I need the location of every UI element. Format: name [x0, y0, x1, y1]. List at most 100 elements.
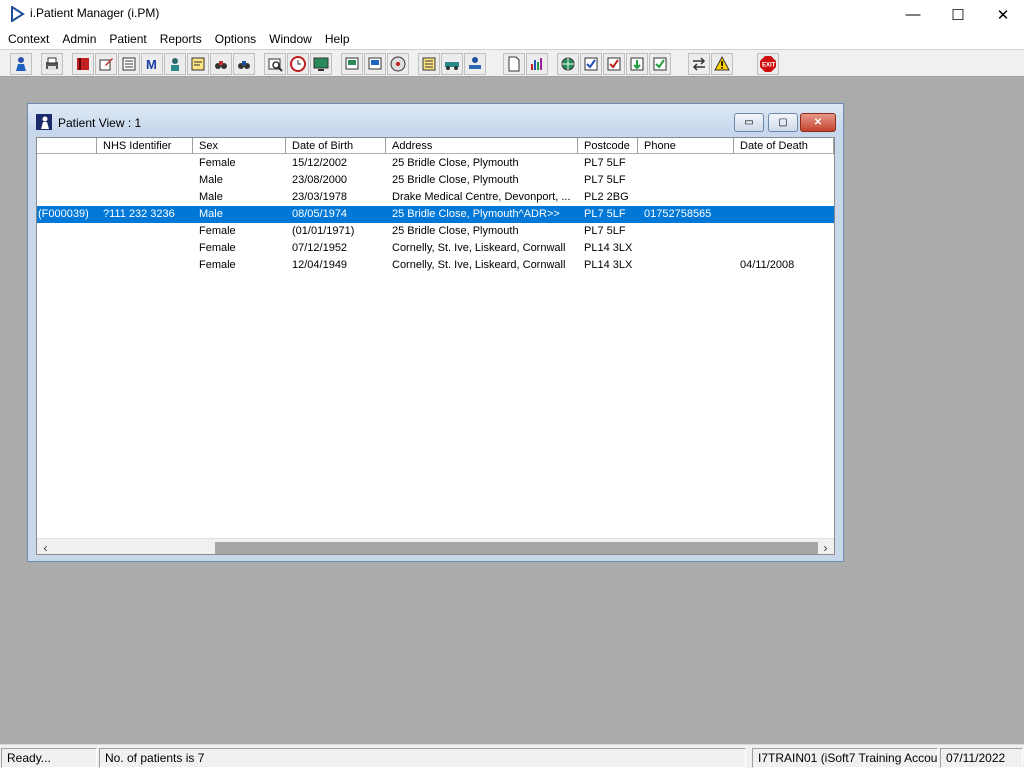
table-row[interactable]: Female 15/12/2002 25 Bridle Close, Plymo…: [37, 155, 834, 172]
cell-postcode: PL7 5LF: [584, 174, 626, 186]
menu-patient[interactable]: Patient: [105, 29, 150, 49]
cell-sex: Female: [199, 157, 236, 169]
warning-icon[interactable]: [711, 53, 733, 75]
scroll-thumb[interactable]: [215, 542, 818, 554]
document-lines-icon[interactable]: [418, 53, 440, 75]
scan-icon[interactable]: [264, 53, 286, 75]
cell-nhs: [97, 223, 193, 240]
patient-view-titlebar[interactable]: Patient View : 1 ▭ ▢ ✕: [28, 104, 843, 134]
clock-icon[interactable]: [287, 53, 309, 75]
statusbar: Ready... No. of patients is 7 I7TRAIN01 …: [0, 744, 1024, 768]
cell-dob: (01/01/1971): [292, 225, 355, 237]
status-state: Ready...: [1, 748, 97, 768]
cell-address: 25 Bridle Close, Plymouth: [392, 174, 519, 186]
menu-admin[interactable]: Admin: [58, 29, 100, 49]
exit-icon[interactable]: EXIT: [757, 53, 779, 75]
cell-phone: [638, 189, 734, 206]
cell-dod: [734, 155, 834, 172]
column-header-id[interactable]: [37, 138, 97, 154]
checklist-icon[interactable]: [580, 53, 602, 75]
status-patient-count: No. of patients is 7: [99, 748, 746, 768]
menu-help[interactable]: Help: [321, 29, 354, 49]
cell-nhs: [97, 172, 193, 189]
notes-icon[interactable]: [187, 53, 209, 75]
cell-id: [37, 155, 97, 172]
menu-reports[interactable]: Reports: [156, 29, 206, 49]
column-header-postcode[interactable]: Postcode: [578, 138, 638, 154]
table-row[interactable]: Female 12/04/1949 Cornelly, St. Ive, Lis…: [37, 257, 834, 274]
screen-icon[interactable]: [341, 53, 363, 75]
disc-icon[interactable]: [387, 53, 409, 75]
patient-search-icon[interactable]: [10, 53, 32, 75]
cell-dob: 12/04/1949: [292, 259, 348, 271]
status-date: 07/11/2022: [940, 748, 1023, 768]
book-icon[interactable]: [72, 53, 94, 75]
column-header-dod[interactable]: Date of Death: [734, 138, 834, 154]
child-maximize-button[interactable]: ▢: [768, 113, 798, 132]
minimize-button[interactable]: —: [890, 0, 936, 29]
cell-dob: 15/12/2002: [292, 157, 348, 169]
cell-postcode: PL2 2BG: [584, 191, 629, 203]
page-icon[interactable]: [503, 53, 525, 75]
transport-icon[interactable]: [441, 53, 463, 75]
bar-chart-icon[interactable]: [526, 53, 548, 75]
cell-nhs: [97, 189, 193, 206]
person-icon[interactable]: [164, 53, 186, 75]
globe-icon[interactable]: [557, 53, 579, 75]
horizontal-scrollbar[interactable]: ‹ ›: [37, 538, 834, 555]
edit-icon[interactable]: [95, 53, 117, 75]
cell-phone: [638, 155, 734, 172]
cell-postcode: PL7 5LF: [584, 157, 626, 169]
cell-phone: 01752758565: [644, 208, 712, 220]
cell-address: Drake Medical Centre, Devonport, ...: [392, 191, 571, 203]
grid-header: NHS Identifier Sex Date of Birth Address…: [37, 138, 834, 154]
table-row[interactable]: Male 23/08/2000 25 Bridle Close, Plymout…: [37, 172, 834, 189]
table-row[interactable]: Male 23/03/1978 Drake Medical Centre, De…: [37, 189, 834, 206]
cell-phone: [638, 257, 734, 274]
cell-postcode: PL7 5LF: [584, 208, 626, 220]
cell-id: [37, 223, 97, 240]
screen-2-icon[interactable]: [364, 53, 386, 75]
column-header-sex[interactable]: Sex: [193, 138, 286, 154]
column-header-address[interactable]: Address: [386, 138, 578, 154]
checklist-down-icon[interactable]: [626, 53, 648, 75]
exchange-icon[interactable]: [688, 53, 710, 75]
menu-options[interactable]: Options: [211, 29, 260, 49]
column-header-phone[interactable]: Phone: [638, 138, 734, 154]
menu-context[interactable]: Context: [4, 29, 53, 49]
cell-phone: [638, 240, 734, 257]
monitor-icon[interactable]: [310, 53, 332, 75]
cell-id: [37, 189, 97, 206]
scroll-left-button[interactable]: ‹: [37, 539, 54, 555]
close-button[interactable]: ✕: [980, 0, 1024, 29]
cell-nhs: ?111 232 3236: [103, 208, 175, 220]
cell-address: 25 Bridle Close, Plymouth: [392, 157, 519, 169]
binoculars-icon[interactable]: [210, 53, 232, 75]
cell-id: (F000039): [38, 208, 89, 220]
menu-window[interactable]: Window: [265, 29, 316, 49]
svg-text:M: M: [146, 57, 157, 72]
cell-id: [37, 240, 97, 257]
column-header-nhs[interactable]: NHS Identifier: [97, 138, 193, 154]
column-header-dob[interactable]: Date of Birth: [286, 138, 386, 154]
table-row[interactable]: Female 07/12/1952 Cornelly, St. Ive, Lis…: [37, 240, 834, 257]
maximize-button[interactable]: ☐: [935, 0, 981, 29]
checklist-green-icon[interactable]: [649, 53, 671, 75]
child-minimize-button[interactable]: ▭: [734, 113, 764, 132]
bed-icon[interactable]: [464, 53, 486, 75]
menubar: Context Admin Patient Reports Options Wi…: [0, 29, 1024, 49]
cell-nhs: [97, 155, 193, 172]
cell-dob: 23/03/1978: [292, 191, 348, 203]
checklist-2-icon[interactable]: [603, 53, 625, 75]
m-icon[interactable]: M: [141, 53, 163, 75]
table-row[interactable]: Female (01/01/1971) 25 Bridle Close, Ply…: [37, 223, 834, 240]
list-icon[interactable]: [118, 53, 140, 75]
scroll-right-button[interactable]: ›: [817, 539, 834, 555]
binoculars-2-icon[interactable]: [233, 53, 255, 75]
table-row-selected[interactable]: (F000039) ?111 232 3236 Male 08/05/1974 …: [37, 206, 834, 223]
patient-grid[interactable]: NHS Identifier Sex Date of Birth Address…: [36, 137, 835, 555]
child-close-button[interactable]: ✕: [800, 113, 836, 132]
printer-icon[interactable]: [41, 53, 63, 75]
patient-view-icon: [36, 114, 52, 130]
cell-dob: 23/08/2000: [292, 174, 348, 186]
